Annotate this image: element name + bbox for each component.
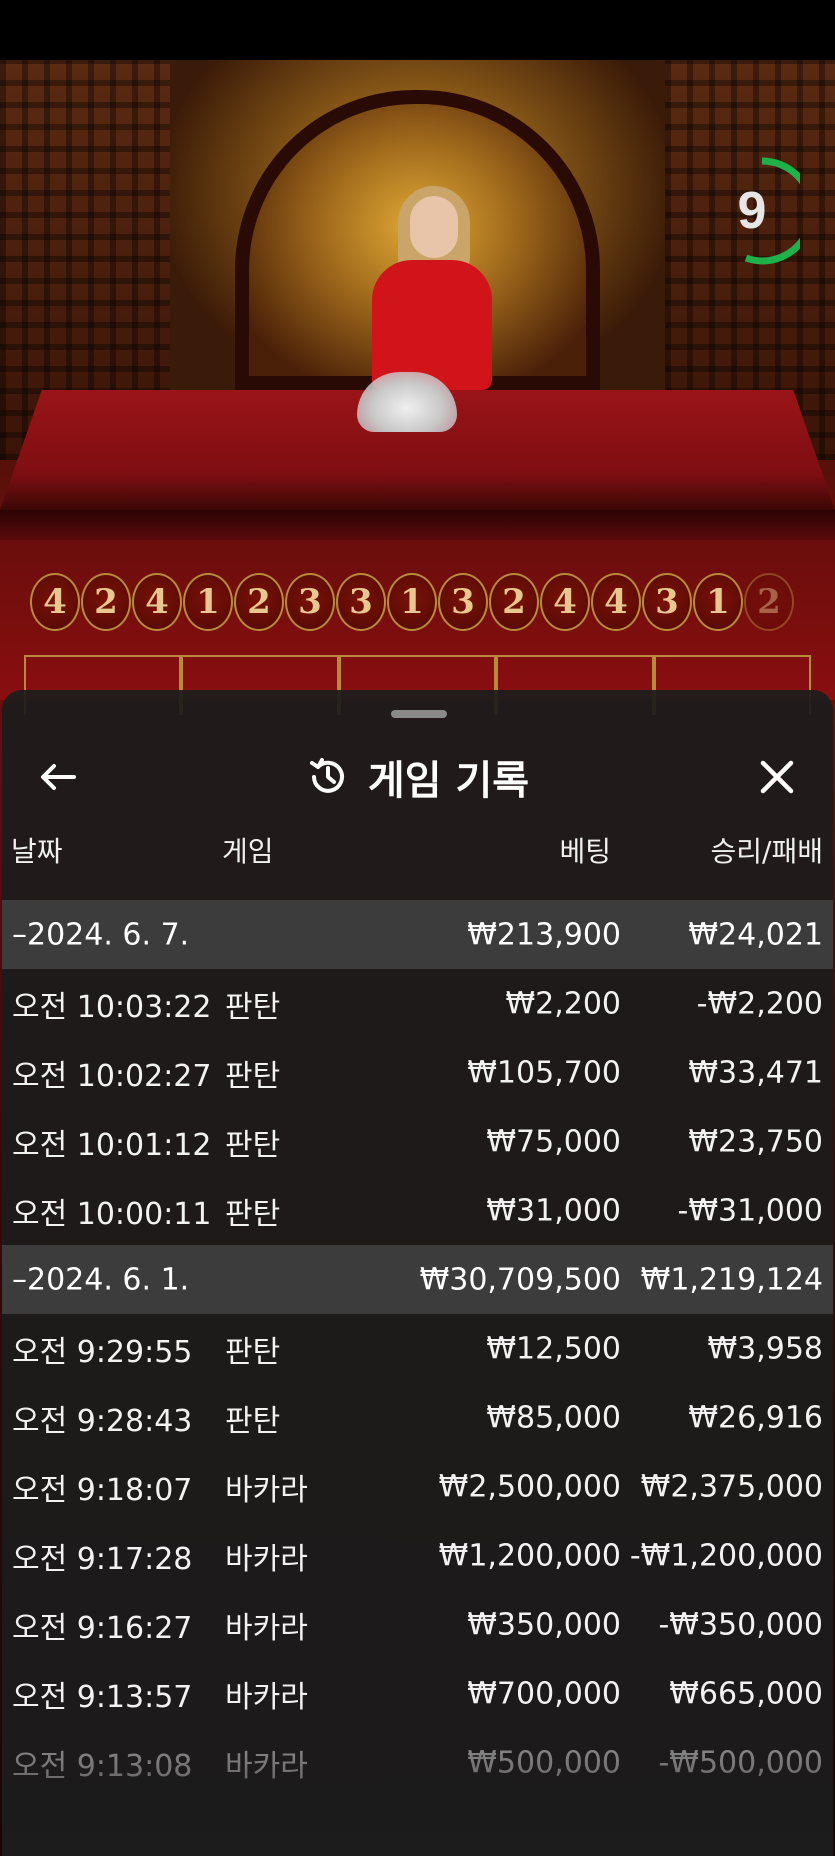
- row-win-loss: ₩2,375,000: [640, 1469, 823, 1504]
- dealer: [372, 260, 492, 390]
- row-win-loss: ₩23,750: [688, 1124, 823, 1159]
- history-row[interactable]: 오전 9:16:27 바카라 ₩350,000 -₩350,000: [2, 1590, 833, 1659]
- row-game: 바카라: [225, 1541, 308, 1577]
- group-bet-total: ₩30,709,500: [419, 1262, 621, 1297]
- row-bet: ₩85,000: [486, 1400, 621, 1435]
- group-win-total: ₩1,219,124: [640, 1262, 823, 1297]
- app-screen: 9 424123313244312 게임 기록 날짜 게임 베팅 승리/패배 –…: [0, 0, 835, 1856]
- history-row[interactable]: 오전 10:01:12 판탄 ₩75,000 ₩23,750: [2, 1107, 833, 1176]
- row-bet: ₩105,700: [467, 1055, 621, 1090]
- column-win-loss: 승리/패배: [710, 835, 823, 868]
- column-bet: 베팅: [559, 835, 611, 868]
- road-result: 1: [693, 573, 743, 631]
- road-result: 3: [642, 573, 692, 631]
- close-icon: [760, 760, 794, 794]
- close-button[interactable]: [749, 752, 805, 802]
- row-game: 바카라: [225, 1610, 308, 1646]
- row-win-loss: ₩665,000: [669, 1676, 823, 1711]
- row-time: 오전 10:03:22: [12, 989, 212, 1025]
- column-headers: 날짜 게임 베팅 승리/패배: [2, 830, 833, 874]
- row-bet: ₩700,000: [467, 1676, 621, 1711]
- row-time: 오전 10:01:12: [12, 1127, 212, 1163]
- road-result: 1: [183, 573, 233, 631]
- column-date: 날짜: [11, 835, 63, 868]
- row-bet: ₩31,000: [486, 1193, 621, 1228]
- history-row[interactable]: 오전 9:29:55 판탄 ₩12,500 ₩3,958: [2, 1314, 833, 1383]
- road-result: 2: [234, 573, 284, 631]
- row-bet: ₩2,500,000: [438, 1469, 621, 1504]
- road-result: 3: [438, 573, 488, 631]
- date-group-row[interactable]: –2024. 6. 1. ₩30,709,500 ₩1,219,124: [2, 1245, 833, 1314]
- row-game: 바카라: [225, 1472, 308, 1508]
- history-row[interactable]: 오전 9:13:57 바카라 ₩700,000 ₩665,000: [2, 1659, 833, 1728]
- road-result: 4: [591, 573, 641, 631]
- row-game: 판탄: [225, 1196, 281, 1232]
- group-win-total: ₩24,021: [688, 917, 823, 952]
- group-date: –2024. 6. 1.: [12, 1262, 190, 1297]
- row-bet: ₩350,000: [467, 1607, 621, 1642]
- sheet-title-group: 게임 기록: [2, 752, 833, 804]
- row-win-loss: ₩3,958: [707, 1331, 823, 1366]
- row-time: 오전 10:02:27: [12, 1058, 212, 1094]
- row-win-loss: -₩31,000: [677, 1193, 823, 1228]
- row-bet: ₩1,200,000: [438, 1538, 621, 1573]
- history-row[interactable]: 오전 9:13:08 바카라 ₩500,000 -₩500,000: [2, 1728, 833, 1797]
- row-game: 바카라: [225, 1679, 308, 1715]
- group-date: –2024. 6. 7.: [12, 917, 190, 952]
- row-time: 오전 9:18:07: [12, 1472, 193, 1508]
- row-time: 오전 10:00:11: [12, 1196, 212, 1232]
- row-game: 판탄: [225, 1334, 281, 1370]
- row-win-loss: ₩33,471: [688, 1055, 823, 1090]
- sheet-title: 게임 기록: [367, 758, 530, 804]
- table-edge: [0, 510, 835, 540]
- row-bet: ₩2,200: [505, 986, 621, 1021]
- sheet-drag-handle[interactable]: [391, 710, 447, 718]
- road-result: 3: [285, 573, 335, 631]
- row-time: 오전 9:13:08: [12, 1748, 193, 1784]
- row-game: 판탄: [225, 989, 281, 1025]
- history-list: –2024. 6. 7. ₩213,900 ₩24,021 오전 10:03:22 판탄…: [2, 900, 833, 1797]
- history-row[interactable]: 오전 10:00:11 판탄 ₩31,000 -₩31,000: [2, 1176, 833, 1245]
- row-win-loss: -₩500,000: [658, 1745, 823, 1780]
- history-icon: [309, 758, 344, 793]
- timer-value: 9: [737, 182, 767, 240]
- row-bet: ₩500,000: [467, 1745, 621, 1780]
- dealer-face: [410, 196, 458, 258]
- history-row[interactable]: 오전 9:28:43 판탄 ₩85,000 ₩26,916: [2, 1383, 833, 1452]
- row-game: 판탄: [225, 1127, 281, 1163]
- road-result: 2: [81, 573, 131, 631]
- row-bet: ₩75,000: [486, 1124, 621, 1159]
- history-row[interactable]: 오전 9:18:07 바카라 ₩2,500,000 ₩2,375,000: [2, 1452, 833, 1521]
- result-road: 424123313244312: [30, 573, 805, 633]
- countdown-timer: 9: [724, 153, 816, 269]
- road-result: 4: [132, 573, 182, 631]
- road-result: 1: [387, 573, 437, 631]
- row-time: 오전 9:16:27: [12, 1610, 193, 1646]
- history-row[interactable]: 오전 9:17:28 바카라 ₩1,200,000 -₩1,200,000: [2, 1521, 833, 1590]
- row-time: 오전 9:13:57: [12, 1679, 193, 1715]
- row-time: 오전 9:29:55: [12, 1334, 193, 1370]
- history-row[interactable]: 오전 10:03:22 판탄 ₩2,200 -₩2,200: [2, 969, 833, 1038]
- row-time: 오전 9:28:43: [12, 1403, 193, 1439]
- road-result: 2: [489, 573, 539, 631]
- row-bet: ₩12,500: [486, 1331, 621, 1366]
- group-bet-total: ₩213,900: [467, 917, 621, 952]
- row-win-loss: -₩1,200,000: [629, 1538, 823, 1573]
- road-result: 4: [30, 573, 80, 631]
- row-win-loss: -₩2,200: [696, 986, 823, 1021]
- row-win-loss: ₩26,916: [688, 1400, 823, 1435]
- road-result: 3: [336, 573, 386, 631]
- date-group-row[interactable]: –2024. 6. 7. ₩213,900 ₩24,021: [2, 900, 833, 969]
- column-game: 게임: [222, 835, 274, 868]
- road-result: 2: [744, 573, 794, 631]
- row-game: 바카라: [225, 1748, 308, 1784]
- history-row[interactable]: 오전 10:02:27 판탄 ₩105,700 ₩33,471: [2, 1038, 833, 1107]
- sheet-header: 게임 기록: [2, 730, 833, 820]
- row-win-loss: -₩350,000: [658, 1607, 823, 1642]
- row-game: 판탄: [225, 1058, 281, 1094]
- row-time: 오전 9:17:28: [12, 1541, 193, 1577]
- road-result: 4: [540, 573, 590, 631]
- row-game: 판탄: [225, 1403, 281, 1439]
- game-history-sheet: 게임 기록 날짜 게임 베팅 승리/패배 –2024. 6. 7. ₩213,90…: [2, 690, 833, 1856]
